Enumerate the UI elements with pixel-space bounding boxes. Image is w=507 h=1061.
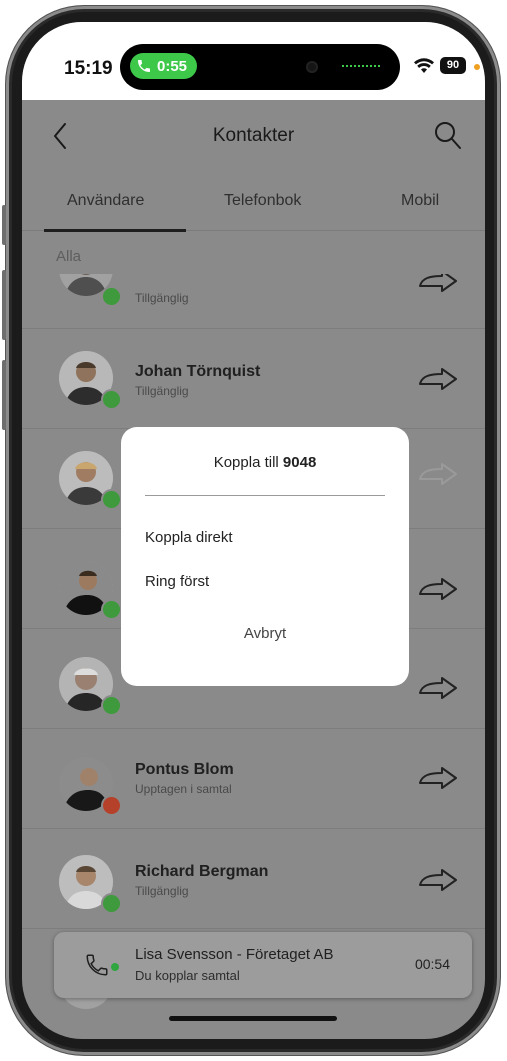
dialog-title-prefix: Koppla till xyxy=(213,454,279,471)
section-header: Alla xyxy=(56,248,82,265)
status-dot-available xyxy=(101,489,122,510)
contact-status: Tillgänglig xyxy=(135,291,189,305)
phone-icon xyxy=(138,60,150,72)
status-dot-available xyxy=(101,599,122,620)
page-title: Kontakter xyxy=(212,125,295,146)
status-dot-busy xyxy=(101,795,122,816)
phone-icon xyxy=(86,954,108,976)
transfer-arrow-icon[interactable] xyxy=(414,765,464,793)
status-dot-available xyxy=(101,286,122,307)
search-icon[interactable] xyxy=(434,120,462,150)
contact-name: Johan Törnquist xyxy=(135,363,261,380)
tab-anvandare[interactable]: Användare xyxy=(67,192,144,210)
ongoing-call-pill[interactable]: 0:55 xyxy=(130,53,198,79)
contact-row[interactable]: Tillgänglig xyxy=(22,274,485,328)
transfer-arrow-icon[interactable] xyxy=(414,274,464,296)
transfer-arrow-icon[interactable] xyxy=(414,867,464,895)
app-bar: Kontakter xyxy=(22,100,485,172)
cancel-button[interactable]: Avbryt xyxy=(121,625,409,642)
active-tab-indicator xyxy=(44,229,186,232)
contact-row[interactable]: Johan Törnquist Tillgänglig xyxy=(22,328,485,429)
dialog-divider xyxy=(145,495,385,496)
contact-status: Upptagen i samtal xyxy=(135,782,232,796)
contact-row[interactable]: Richard Bergman Tillgänglig xyxy=(22,828,485,929)
camera-icon xyxy=(306,61,318,73)
volume-up-button xyxy=(2,270,6,340)
call-timer: 0:55 xyxy=(157,57,188,75)
contact-status: Tillgänglig xyxy=(135,384,189,398)
transfer-arrow-icon[interactable] xyxy=(414,461,464,489)
tab-telefonbok[interactable]: Telefonbok xyxy=(224,192,301,210)
tab-mobil[interactable]: Mobil xyxy=(401,192,439,210)
option-ring-forst[interactable]: Ring först xyxy=(145,573,209,590)
volume-down-button xyxy=(2,360,6,430)
option-koppla-direkt[interactable]: Koppla direkt xyxy=(145,529,233,546)
contact-name: Richard Bergman xyxy=(135,863,269,880)
screen: 15:19 0:55 90 Kontakter Användare Telefo… xyxy=(22,22,485,1039)
transfer-arrow-icon[interactable] xyxy=(414,366,464,394)
battery-indicator: 90 xyxy=(440,57,466,74)
dialog-title: Koppla till 9048 xyxy=(121,454,409,471)
contact-status: Tillgänglig xyxy=(135,884,189,898)
call-active-dot xyxy=(111,963,119,971)
contact-row[interactable]: Pontus Blom Upptagen i samtal xyxy=(22,728,485,829)
tab-bar: Användare Telefonbok Mobil xyxy=(22,172,485,232)
status-time: 15:19 xyxy=(64,58,113,79)
privacy-indicator-dot xyxy=(474,64,480,70)
status-bar: 15:19 0:55 90 xyxy=(22,22,485,100)
dialog-target-number: 9048 xyxy=(282,454,317,471)
status-dot-available xyxy=(101,389,122,410)
action-button xyxy=(2,205,6,245)
transfer-arrow-icon[interactable] xyxy=(414,576,464,604)
home-indicator[interactable] xyxy=(169,1016,337,1021)
call-duration: 00:54 xyxy=(414,956,450,972)
wifi-icon xyxy=(414,58,434,73)
audio-wave-icon xyxy=(342,65,380,70)
caller-name: Lisa Svensson - Företaget AB xyxy=(135,946,334,963)
status-dot-available xyxy=(101,695,122,716)
transfer-dialog: Koppla till 9048 Koppla direkt Ring förs… xyxy=(121,427,409,686)
active-call-bar[interactable]: Lisa Svensson - Företaget AB Du kopplar … xyxy=(54,932,472,998)
contact-name: Pontus Blom xyxy=(135,761,234,778)
status-dot-available xyxy=(101,893,122,914)
dynamic-island[interactable]: 0:55 xyxy=(120,44,400,90)
call-status: Du kopplar samtal xyxy=(135,968,240,983)
transfer-arrow-icon[interactable] xyxy=(414,675,464,703)
